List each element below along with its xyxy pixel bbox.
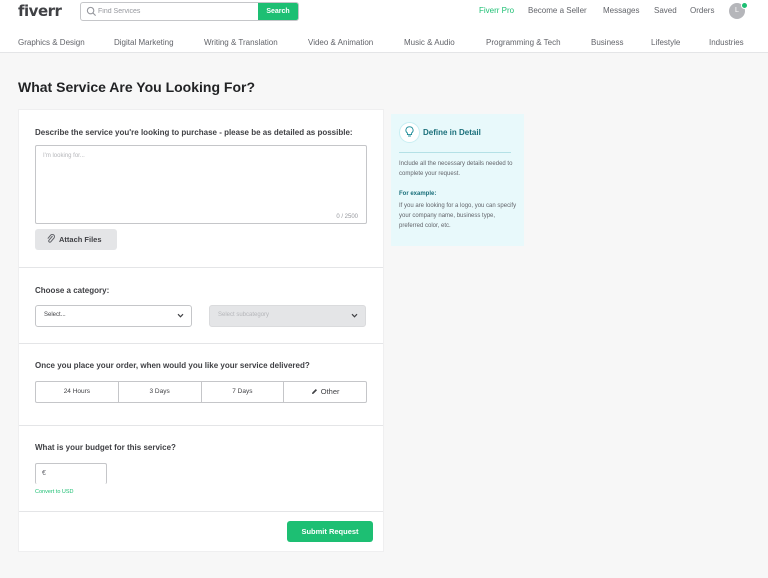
delivery-option-other-label: Other (320, 387, 340, 396)
category-label: Choose a category: (35, 286, 110, 295)
budget-label: What is your budget for this service? (35, 443, 176, 452)
category-digital-marketing[interactable]: Digital Marketing (114, 38, 174, 47)
delivery-option-other[interactable]: Other (284, 382, 366, 402)
top-navigation-bar: fiverr Search Fiverr Pro Become a Seller… (0, 0, 768, 34)
page-title: What Service Are You Looking For? (18, 79, 255, 95)
tip-example-label: For example: (399, 191, 437, 197)
request-form-card: Describe the service you're looking to p… (18, 109, 384, 552)
nav-messages[interactable]: Messages (603, 6, 639, 15)
description-textarea[interactable]: I'm looking for... 0 / 2500 (35, 145, 367, 224)
search-box: Search (80, 2, 299, 21)
category-select[interactable]: Select... (35, 305, 192, 327)
section-divider (19, 343, 383, 344)
section-divider (19, 511, 383, 512)
describe-label: Describe the service you're looking to p… (35, 128, 353, 137)
nav-orders[interactable]: Orders (690, 6, 714, 15)
subcategory-select-value: Select subcategory (218, 312, 270, 318)
section-divider (19, 425, 383, 426)
delivery-options: 24 Hours 3 Days 7 Days Other (35, 381, 367, 403)
delivery-option-7-days[interactable]: 7 Days (202, 382, 285, 402)
budget-input[interactable]: € (35, 463, 107, 484)
delivery-option-24-hours[interactable]: 24 Hours (36, 382, 119, 402)
attach-files-button[interactable]: Attach Files (35, 229, 117, 250)
lightbulb-icon-circle (399, 122, 420, 143)
chevron-down-icon (177, 313, 184, 318)
currency-symbol: € (42, 470, 46, 477)
convert-currency-link[interactable]: Convert to USD (35, 489, 74, 495)
online-status-dot (741, 2, 748, 9)
paperclip-icon (47, 234, 55, 243)
category-select-value: Select... (44, 312, 66, 318)
attach-files-label: Attach Files (59, 235, 102, 244)
define-in-detail-tip: Define in Detail Include all the necessa… (391, 114, 524, 246)
nav-saved[interactable]: Saved (654, 6, 677, 15)
category-writing-translation[interactable]: Writing & Translation (204, 38, 278, 47)
subcategory-select[interactable]: Select subcategory (209, 305, 366, 327)
delivery-label: Once you place your order, when would yo… (35, 361, 310, 370)
category-business[interactable]: Business (591, 38, 623, 47)
pencil-icon (311, 389, 317, 394)
section-divider (19, 267, 383, 268)
delivery-option-3-days[interactable]: 3 Days (119, 382, 202, 402)
nav-become-seller[interactable]: Become a Seller (528, 6, 587, 15)
category-video-animation[interactable]: Video & Animation (308, 38, 373, 47)
submit-request-button[interactable]: Submit Request (287, 521, 373, 542)
category-industries[interactable]: Industries (709, 38, 744, 47)
nav-fiverr-pro[interactable]: Fiverr Pro (479, 6, 514, 15)
category-lifestyle[interactable]: Lifestyle (651, 38, 680, 47)
tip-text: Include all the necessary details needed… (399, 161, 513, 177)
chevron-down-icon (351, 313, 358, 318)
category-music-audio[interactable]: Music & Audio (404, 38, 455, 47)
category-programming-tech[interactable]: Programming & Tech (486, 38, 561, 47)
search-input[interactable] (98, 3, 258, 20)
tip-title: Define in Detail (423, 128, 481, 137)
search-button[interactable]: Search (258, 3, 298, 20)
tip-divider (399, 152, 511, 153)
lightbulb-icon (405, 126, 414, 137)
tip-example-text: If you are looking for a logo, you can s… (399, 203, 517, 229)
category-graphics-design[interactable]: Graphics & Design (18, 38, 85, 47)
character-counter: 0 / 2500 (336, 214, 358, 220)
search-icon (86, 6, 97, 17)
description-placeholder: I'm looking for... (43, 153, 85, 159)
category-menu: Graphics & Design Digital Marketing Writ… (0, 33, 768, 53)
fiverr-logo[interactable]: fiverr (18, 2, 62, 20)
